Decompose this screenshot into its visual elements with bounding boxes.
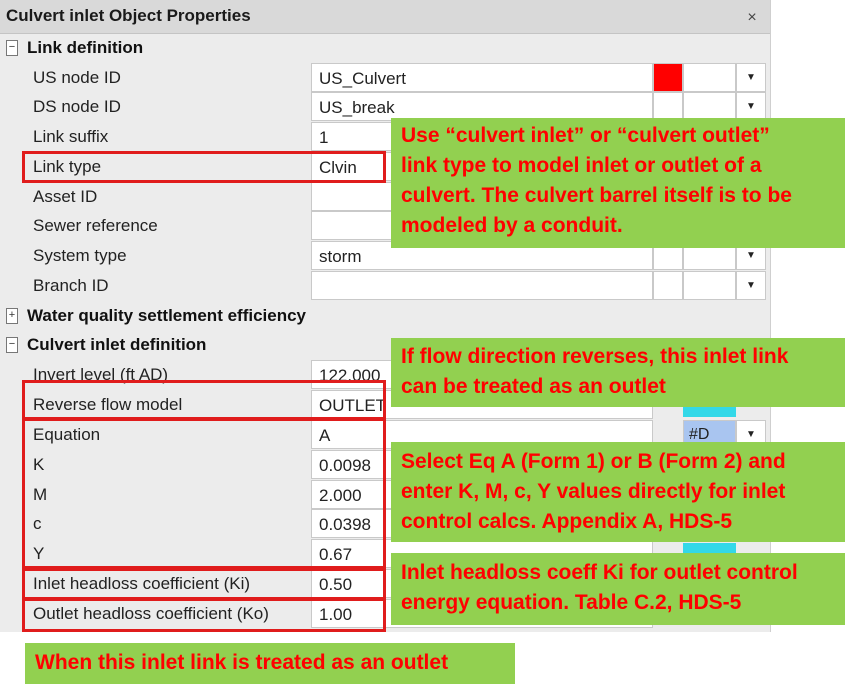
collapse-icon[interactable]: − bbox=[6, 40, 18, 56]
callout-line: Inlet headloss coeff Ki for outlet contr… bbox=[401, 561, 798, 584]
property-label: Invert level (ft AD) bbox=[33, 365, 169, 384]
flag-cell[interactable] bbox=[683, 271, 736, 300]
property-label: Outlet headloss coefficient (Ko) bbox=[33, 604, 269, 623]
property-label: Link suffix bbox=[33, 127, 109, 146]
window-title: Culvert inlet Object Properties bbox=[6, 6, 251, 25]
section-label: Water quality settlement efficiency bbox=[27, 306, 307, 325]
field-value: US_break bbox=[319, 98, 395, 117]
property-label: Equation bbox=[33, 425, 101, 444]
flag-color-swatch[interactable] bbox=[653, 63, 683, 92]
property-label: DS node ID bbox=[33, 97, 121, 116]
property-label: c bbox=[33, 514, 42, 533]
callout-line: modeled by a conduit. bbox=[401, 214, 623, 237]
property-label: Link type bbox=[33, 157, 102, 176]
callout-line: can be treated as an outlet bbox=[401, 375, 666, 398]
section-label: Culvert inlet definition bbox=[27, 335, 207, 354]
dropdown-button[interactable]: ▼ bbox=[736, 271, 766, 300]
section-label: Link definition bbox=[27, 38, 144, 57]
callout-line: Use “culvert inlet” or “culvert outlet” bbox=[401, 124, 770, 147]
callout-line: When this inlet link is treated as an ou… bbox=[35, 651, 449, 674]
property-label: Sewer reference bbox=[33, 216, 158, 235]
callout-link-type: Use “culvert inlet” or “culvert outlet” … bbox=[391, 118, 845, 248]
property-label: Asset ID bbox=[33, 187, 98, 206]
field-value: 1 bbox=[319, 128, 329, 147]
callout-line: Select Eq A (Form 1) or B (Form 2) and bbox=[401, 450, 786, 473]
property-label: K bbox=[33, 455, 45, 474]
dropdown-button[interactable]: ▼ bbox=[736, 92, 766, 121]
property-label: M bbox=[33, 485, 48, 504]
property-label: Reverse flow model bbox=[33, 395, 183, 414]
field-value: storm bbox=[319, 247, 362, 266]
callout-line: link type to model inlet or outlet of a bbox=[401, 154, 762, 177]
field-value: US_Culvert bbox=[319, 69, 406, 88]
branch-id-field[interactable] bbox=[311, 271, 653, 300]
dropdown-button[interactable]: ▼ bbox=[736, 63, 766, 92]
property-label: Y bbox=[33, 544, 45, 563]
field-value: 122.000 bbox=[319, 366, 381, 385]
callout-line: energy equation. Table C.2, HDS-5 bbox=[401, 591, 742, 614]
title-bar: Culvert inlet Object Properties × bbox=[0, 0, 770, 34]
section-water-quality[interactable]: + Water quality settlement efficiency bbox=[0, 301, 770, 331]
section-link-definition[interactable]: − Link definition bbox=[0, 33, 770, 63]
field-value: 0.67 bbox=[319, 545, 353, 564]
callout-ki: Inlet headloss coeff Ki for outlet contr… bbox=[391, 553, 845, 625]
field-value: 0.0098 bbox=[319, 456, 371, 475]
callout-line: If flow direction reverses, this inlet l… bbox=[401, 345, 789, 368]
property-label: Branch ID bbox=[33, 276, 109, 295]
flag-cell[interactable] bbox=[683, 92, 736, 121]
flag-cell[interactable] bbox=[683, 63, 736, 92]
property-label: Inlet headloss coefficient (Ki) bbox=[33, 574, 251, 593]
us-node-id-field[interactable]: US_Culvert bbox=[311, 63, 653, 92]
field-value: 0.0398 bbox=[319, 515, 371, 534]
field-value: A bbox=[319, 426, 331, 445]
flag-color-swatch[interactable] bbox=[653, 92, 683, 121]
callout-line: culvert. The culvert barrel itself is to… bbox=[401, 184, 792, 207]
callout-equation: Select Eq A (Form 1) or B (Form 2) and e… bbox=[391, 442, 845, 542]
callout-reverse-flow: If flow direction reverses, this inlet l… bbox=[391, 338, 845, 407]
property-label: System type bbox=[33, 246, 127, 265]
field-value: OUTLET bbox=[319, 396, 387, 415]
property-row-us-node-id: US node ID US_Culvert ▼ bbox=[0, 63, 770, 93]
field-value: 1.00 bbox=[319, 605, 353, 624]
flag-color-swatch[interactable] bbox=[653, 271, 683, 300]
field-value: 0.50 bbox=[319, 575, 353, 594]
ds-node-id-field[interactable]: US_break bbox=[311, 92, 653, 121]
property-label: US node ID bbox=[33, 68, 121, 87]
field-value: Clvin bbox=[319, 158, 357, 177]
callout-line: control calcs. Appendix A, HDS-5 bbox=[401, 510, 733, 533]
close-icon[interactable]: × bbox=[740, 7, 764, 29]
collapse-icon[interactable]: − bbox=[6, 337, 18, 353]
callout-line: enter K, M, c, Y values directly for inl… bbox=[401, 480, 786, 503]
callout-ko: When this inlet link is treated as an ou… bbox=[25, 643, 515, 684]
expand-icon[interactable]: + bbox=[6, 308, 18, 324]
field-value: 2.000 bbox=[319, 486, 362, 505]
property-row-branch-id: Branch ID ▼ bbox=[0, 271, 770, 301]
